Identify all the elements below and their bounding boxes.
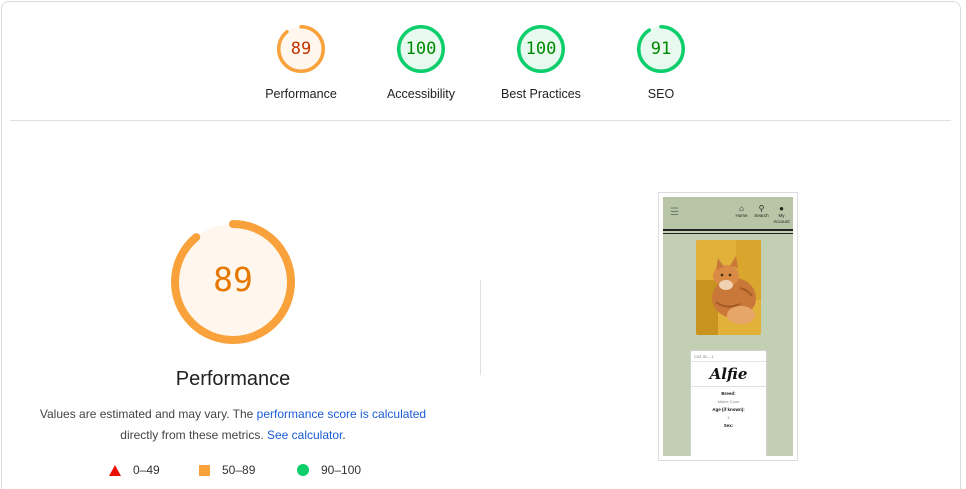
hamburger-icon: ☰ bbox=[670, 207, 679, 218]
nav-rule bbox=[663, 229, 793, 231]
main-title: Performance bbox=[175, 368, 291, 390]
average-square-icon bbox=[199, 464, 210, 476]
fail-triangle-icon bbox=[109, 464, 121, 476]
gauge-best-practices[interactable]: 100 Best Practices bbox=[491, 24, 591, 101]
gauge-label: SEO bbox=[647, 87, 675, 101]
sex-label: Sex: bbox=[723, 423, 734, 428]
gauge-score: 91 bbox=[650, 39, 672, 59]
gauge-score: 100 bbox=[405, 39, 437, 59]
gauge-accessibility[interactable]: 100 Accessibility bbox=[371, 24, 471, 101]
account-nav: ● My Account bbox=[773, 205, 790, 225]
cat-photo-image bbox=[696, 240, 761, 335]
score-calculation-link[interactable]: performance score is calculated bbox=[257, 407, 426, 421]
gauge-seo[interactable]: 91 SEO bbox=[611, 24, 711, 101]
gauge-score: 89 bbox=[290, 39, 312, 59]
final-screenshot[interactable]: ☰ ⌂ Home ⚲ Search ● My Account CAT ID – … bbox=[658, 192, 798, 461]
score-description: Values are estimated and may vary. The p… bbox=[20, 404, 446, 446]
header-divider bbox=[10, 120, 951, 121]
search-label: Search bbox=[754, 213, 769, 218]
desc-text: directly from these metrics. bbox=[120, 428, 267, 442]
category-gauges: 89 Performance 100 Accessibility 100 Bes… bbox=[0, 24, 966, 114]
screenshot-nav-icons: ⌂ Home ⚲ Search ● My Account bbox=[733, 205, 790, 225]
gauge-label: Performance bbox=[265, 87, 337, 101]
legend-pass: 90–100 bbox=[297, 463, 361, 477]
account-label: My Account bbox=[773, 213, 790, 224]
cat-name: Alfie bbox=[709, 365, 748, 383]
gauge-ring: 89 bbox=[276, 24, 326, 74]
legend-fail: 0–49 bbox=[109, 463, 160, 477]
section-divider bbox=[480, 280, 481, 375]
main-score-gauge: 89 bbox=[170, 219, 296, 345]
gauge-label: Best Practices bbox=[501, 87, 581, 101]
legend-average-range: 50–89 bbox=[222, 463, 256, 477]
gauge-ring: 100 bbox=[396, 24, 446, 74]
cat-id: CAT ID – 1 bbox=[691, 351, 766, 362]
gauge-ring: 91 bbox=[636, 24, 686, 74]
search-nav: ⚲ Search bbox=[753, 205, 770, 225]
user-icon: ● bbox=[779, 204, 784, 213]
search-icon: ⚲ bbox=[758, 204, 765, 213]
legend-pass-range: 90–100 bbox=[321, 463, 362, 477]
screenshot-screen: ☰ ⌂ Home ⚲ Search ● My Account CAT ID – … bbox=[663, 197, 793, 456]
see-calculator-link[interactable]: See calculator bbox=[267, 428, 342, 442]
home-nav: ⌂ Home bbox=[733, 205, 750, 225]
gauge-performance[interactable]: 89 Performance bbox=[251, 24, 351, 101]
breed-value: Maine Coon bbox=[717, 399, 740, 404]
age-value: 4 bbox=[727, 415, 730, 420]
score-legend: 0–49 50–89 90–100 bbox=[0, 463, 466, 481]
breed-label: Breed: bbox=[721, 391, 736, 396]
legend-average: 50–89 bbox=[199, 463, 255, 477]
gauge-score: 100 bbox=[525, 39, 557, 59]
gauge-label: Accessibility bbox=[386, 87, 456, 101]
nav-rule bbox=[663, 233, 793, 234]
gauge-ring: 100 bbox=[516, 24, 566, 74]
home-label: Home bbox=[735, 213, 748, 218]
card-divider bbox=[691, 386, 766, 387]
age-label: Age (if known): bbox=[712, 407, 745, 412]
legend-fail-range: 0–49 bbox=[133, 463, 160, 477]
cat-photo bbox=[696, 240, 761, 335]
pass-circle-icon bbox=[297, 464, 309, 476]
main-score: 89 bbox=[213, 260, 253, 299]
cat-card: CAT ID – 1 Alfie Breed: Maine Coon Age (… bbox=[690, 350, 767, 456]
desc-text: . bbox=[342, 428, 346, 442]
screenshot-navbar: ☰ ⌂ Home ⚲ Search ● My Account bbox=[663, 197, 793, 229]
desc-text: Values are estimated and may vary. The bbox=[39, 407, 257, 421]
home-icon: ⌂ bbox=[739, 204, 744, 213]
